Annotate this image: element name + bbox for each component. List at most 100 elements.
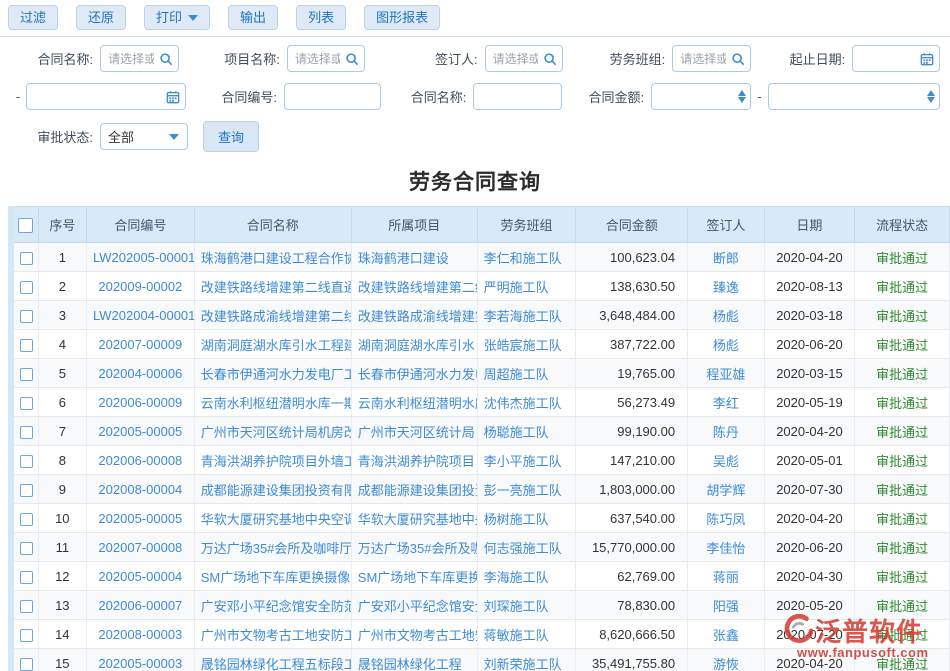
project-link[interactable]: 晟铭园林绿化工程 [351,649,477,671]
row-checkbox[interactable] [20,542,33,555]
contract-name-link[interactable]: 改建铁路线增建第二线直通线工程 [194,272,351,301]
project-link[interactable]: 广安邓小平纪念馆安全 [351,591,477,620]
column-header-name[interactable]: 合同名称 [194,207,351,243]
signer-link[interactable]: 阳强 [688,591,765,620]
contract-name-link[interactable]: 长春市伊通河水力发电厂工程 [194,359,351,388]
query-button[interactable]: 查询 [203,121,259,152]
approval-status-select[interactable]: 全部 [100,123,188,150]
contract-code-link[interactable]: 202004-00006 [86,359,194,388]
labor-team-link[interactable]: 刘新荣施工队 [477,649,576,671]
labor-team-link[interactable]: 何志强施工队 [477,533,576,562]
chart-report-button[interactable]: 图形报表 [364,5,440,30]
labor-team-link[interactable]: 彭一亮施工队 [477,475,576,504]
spinner-icons[interactable] [927,90,935,103]
row-checkbox[interactable] [20,310,33,323]
print-button[interactable]: 打印 [144,5,210,30]
row-checkbox[interactable] [20,339,33,352]
contract-code-link[interactable]: 202005-00005 [86,504,194,533]
contract-code-link[interactable]: 202008-00004 [86,475,194,504]
signer-link[interactable]: 杨彪 [688,301,765,330]
project-link[interactable]: 万达广场35#会所及咖啡 [351,533,477,562]
date-end-input[interactable] [26,83,186,110]
contract-name-link[interactable]: 晟铭园林绿化工程五标段工程 [194,649,351,671]
contract-code-link[interactable]: 202008-00003 [86,620,194,649]
signer-link[interactable]: 张鑫 [688,620,765,649]
labor-team-link[interactable]: 张皓宸施工队 [477,330,576,359]
row-checkbox[interactable] [20,484,33,497]
row-checkbox[interactable] [20,455,33,468]
signer-link[interactable]: 李佳怡 [688,533,765,562]
search-icon[interactable] [731,52,745,66]
row-checkbox[interactable] [20,281,33,294]
export-button[interactable]: 输出 [228,5,278,30]
signer-link[interactable]: 游恢 [688,649,765,671]
contract-code-link[interactable]: 202009-00002 [86,272,194,301]
row-checkbox[interactable] [20,397,33,410]
project-link[interactable]: 湖南洞庭湖水库引水 [351,330,477,359]
signer-link[interactable]: 陈巧凤 [688,504,765,533]
contract-code-link[interactable]: 202006-00009 [86,388,194,417]
project-link[interactable]: 云南水利枢纽潜明水库 [351,388,477,417]
column-header-project[interactable]: 所属项目 [351,207,477,243]
contract-name-link[interactable]: 广州市天河区统计局机房改造 [194,417,351,446]
signer-link[interactable]: 杨彪 [688,330,765,359]
column-header-code[interactable]: 合同编号 [86,207,194,243]
contract-code-link[interactable]: 202006-00008 [86,446,194,475]
project-link[interactable]: 改建铁路成渝线增建第二 [351,301,477,330]
project-link[interactable]: 广州市天河区统计局 [351,417,477,446]
contract-name-link[interactable]: 华软大厦研究基地中央空调工程 [194,504,351,533]
contract-name-link[interactable]: 广安邓小平纪念馆安全防范工程 [194,591,351,620]
labor-team-link[interactable]: 周超施工队 [477,359,576,388]
row-checkbox[interactable] [20,658,33,671]
contract-name-link[interactable]: 改建铁路成渝线增建第二线工程 [194,301,351,330]
project-link[interactable]: 广州市文物考古工地安 [351,620,477,649]
contract-name-link[interactable]: SM广场地下车库更换摄像头 [194,562,351,591]
contract-code-link[interactable]: 202005-00004 [86,562,194,591]
signer-link[interactable]: 吴彪 [688,446,765,475]
signer-link[interactable]: 陈丹 [688,417,765,446]
contract-code-link[interactable]: 202005-00005 [86,417,194,446]
labor-team-link[interactable]: 杨树施工队 [477,504,576,533]
row-checkbox[interactable] [20,426,33,439]
contract-name-input[interactable] [473,83,562,110]
restore-button[interactable]: 还原 [76,5,126,30]
column-header-no[interactable]: 序号 [38,207,86,243]
calendar-icon[interactable] [920,52,934,66]
row-checkbox[interactable] [20,600,33,613]
amount-min-stepper[interactable] [651,83,751,110]
signer-link[interactable]: 蒋丽 [688,562,765,591]
project-link[interactable]: 长春市伊通河水力发电 [351,359,477,388]
list-button[interactable]: 列表 [296,5,346,30]
project-link[interactable]: 青海洪湖养护院项目 [351,446,477,475]
signer-link[interactable]: 胡学辉 [688,475,765,504]
amount-max-stepper[interactable] [768,83,940,110]
contract-code-link[interactable]: LW202005-00001 [86,243,194,272]
contract-code-link[interactable]: 202007-00009 [86,330,194,359]
project-link[interactable]: 华软大厦研究基地中央 [351,504,477,533]
project-link[interactable]: SM广场地下车库更换摄 [351,562,477,591]
project-link[interactable]: 珠海鹤港口建设 [351,243,477,272]
contract-code-link[interactable]: LW202004-00001 [86,301,194,330]
search-icon[interactable] [543,52,557,66]
contract-code-link[interactable]: 202006-00007 [86,591,194,620]
contract-name-link[interactable]: 成都能源建设集团投资有限公司 [194,475,351,504]
project-link[interactable]: 成都能源建设集团投资 [351,475,477,504]
labor-team-link[interactable]: 刘琛施工队 [477,591,576,620]
select-all-checkbox[interactable] [18,218,33,233]
column-header-team[interactable]: 劳务班组 [477,207,576,243]
row-checkbox[interactable] [20,252,33,265]
contract-name-link[interactable]: 青海洪湖养护院项目外墙工程 [194,446,351,475]
labor-team-link[interactable]: 李小平施工队 [477,446,576,475]
column-header-date[interactable]: 日期 [764,207,855,243]
row-checkbox[interactable] [20,513,33,526]
row-checkbox[interactable] [20,571,33,584]
search-icon[interactable] [159,52,173,66]
column-header-status[interactable]: 流程状态 [855,207,950,243]
signer-link[interactable]: 断郎 [688,243,765,272]
contract-name-link[interactable]: 万达广场35#会所及咖啡厅工程 [194,533,351,562]
labor-team-link[interactable]: 李若海施工队 [477,301,576,330]
labor-team-link[interactable]: 李仁和施工队 [477,243,576,272]
labor-team-link[interactable]: 李海施工队 [477,562,576,591]
column-header-signer[interactable]: 签订人 [688,207,765,243]
row-checkbox[interactable] [20,629,33,642]
